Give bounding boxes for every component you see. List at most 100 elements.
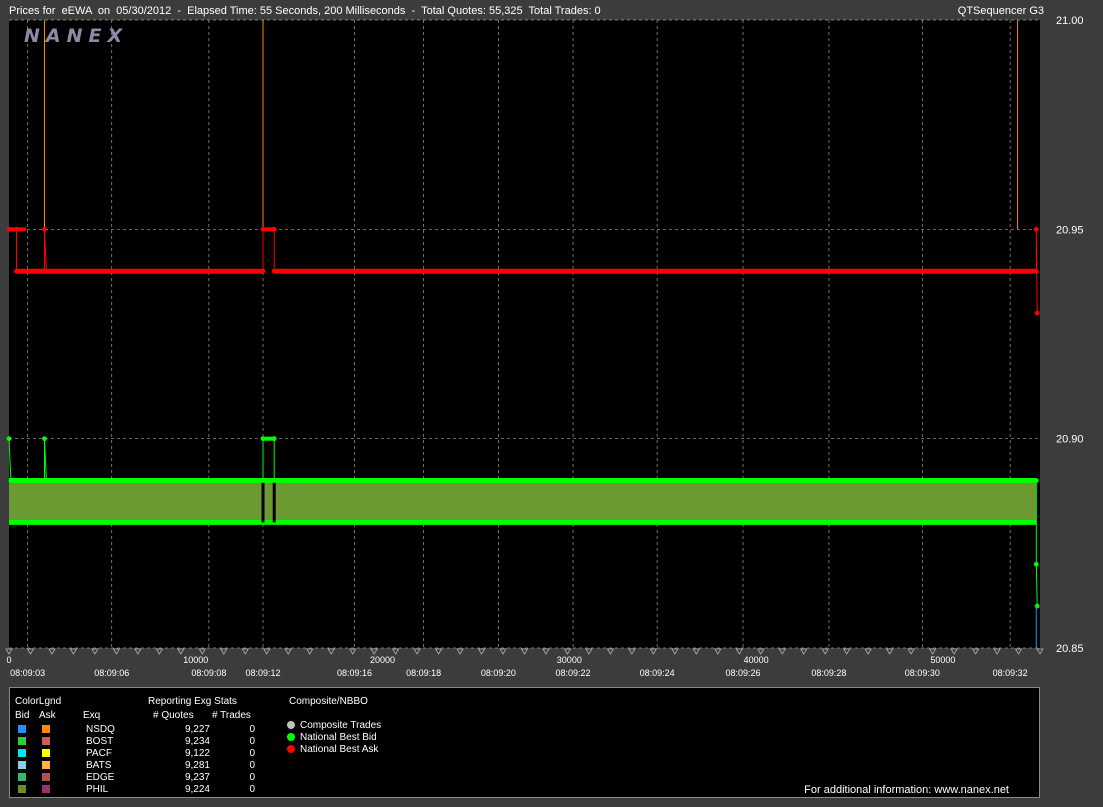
ask-point bbox=[43, 268, 49, 274]
ask-point bbox=[6, 226, 12, 232]
x-minor-tick bbox=[671, 648, 679, 655]
y-tick-label: 20.90 bbox=[1056, 434, 1084, 446]
x-minor-tick bbox=[542, 648, 550, 655]
bid-color-swatch bbox=[18, 773, 26, 781]
x-minor-tick bbox=[585, 648, 593, 655]
x-minor-tick bbox=[69, 648, 78, 655]
ask-color-swatch bbox=[42, 773, 50, 781]
stats-header: Reporting Exg Stats bbox=[148, 696, 237, 707]
x-minor-tick bbox=[606, 648, 615, 655]
bid-point bbox=[43, 478, 49, 483]
x-minor-tick bbox=[907, 648, 915, 655]
x-tick-label: 10000 bbox=[183, 655, 208, 665]
x-minor-tick bbox=[971, 648, 980, 655]
x-minor-tick bbox=[112, 648, 121, 655]
x-minor-tick bbox=[220, 648, 228, 655]
bid-color-swatch bbox=[18, 785, 26, 793]
x-minor-tick bbox=[649, 648, 658, 655]
nanex-watermark: NANEX bbox=[24, 25, 128, 47]
bid-point bbox=[6, 436, 12, 442]
bid-point bbox=[8, 478, 14, 483]
ask-color-swatch bbox=[42, 749, 50, 757]
price-chart: NANEX 21.00 20.95 20.90 20.85 08:09:03 08:09:… bbox=[5, 15, 1084, 678]
x-minor-tick bbox=[821, 648, 829, 655]
composite-header: Composite/NBBO bbox=[289, 696, 368, 707]
ask-point bbox=[14, 226, 19, 232]
composite-legend-dot bbox=[287, 721, 295, 729]
x-minor-tick bbox=[628, 648, 636, 655]
quote-count: 9,234 bbox=[184, 736, 210, 747]
bid-point bbox=[271, 436, 277, 442]
exchange-name: PHIL bbox=[86, 784, 109, 795]
x-tick-label: 40000 bbox=[744, 655, 769, 665]
x-time-label: 08:09:08 bbox=[191, 668, 226, 678]
trade-count: 0 bbox=[249, 784, 255, 795]
x-minor-tick bbox=[864, 648, 872, 655]
x-time-label: 08:09:28 bbox=[811, 668, 846, 678]
ask-point bbox=[1033, 268, 1039, 274]
y-tick-label: 20.85 bbox=[1056, 643, 1084, 655]
quote-count: 9,224 bbox=[184, 784, 210, 795]
x-minor-tick bbox=[327, 648, 335, 655]
x-minor-tick bbox=[370, 648, 378, 655]
x-time-label: 08:09:16 bbox=[337, 668, 372, 678]
quote-count: 9,281 bbox=[184, 760, 210, 771]
x-minor-tick bbox=[177, 648, 185, 655]
x-minor-tick bbox=[735, 648, 743, 655]
bid-color-swatch bbox=[18, 749, 26, 757]
x-minor-tick bbox=[757, 648, 765, 655]
x-tick-label: 50000 bbox=[930, 655, 955, 665]
exchange-name: BOST bbox=[86, 736, 114, 747]
bid-point bbox=[1033, 561, 1039, 567]
quote-count: 9,237 bbox=[184, 772, 210, 783]
x-minor-tick bbox=[1036, 648, 1044, 655]
ask-point bbox=[14, 268, 19, 274]
ask-point bbox=[42, 226, 47, 232]
y-tick-label: 21.00 bbox=[1056, 15, 1084, 27]
x-minor-tick bbox=[778, 648, 786, 655]
x-time-label: 08:09:30 bbox=[905, 668, 940, 678]
x-minor-tick bbox=[993, 648, 1001, 655]
ask-point bbox=[1033, 226, 1039, 232]
composite-legend-dot bbox=[287, 745, 295, 753]
spread-band-fill bbox=[9, 480, 1037, 523]
ask-color-swatch bbox=[42, 725, 50, 733]
bid-point bbox=[1034, 603, 1040, 609]
x-minor-tick bbox=[456, 648, 464, 655]
x-time-label: 08:09:18 bbox=[406, 668, 441, 678]
footer-link-text: For additional information: www.nanex.ne… bbox=[804, 784, 1009, 796]
ask-point bbox=[260, 268, 266, 274]
x-time-label: 08:09:20 bbox=[481, 668, 516, 678]
ask-point bbox=[260, 226, 266, 232]
x-minor-tick bbox=[198, 648, 207, 655]
x-minor-tick bbox=[714, 648, 722, 655]
bid-color-swatch bbox=[18, 761, 26, 769]
x-minor-tick bbox=[692, 648, 701, 655]
x-tick-label: 20000 bbox=[370, 655, 395, 665]
ask-color-swatch bbox=[42, 737, 50, 745]
bid-color-swatch bbox=[18, 737, 26, 745]
trades-header: # Trades bbox=[212, 710, 251, 721]
ask-point bbox=[271, 226, 277, 232]
trade-count: 0 bbox=[249, 772, 255, 783]
exchange-header: Exq bbox=[83, 710, 101, 721]
ask-header: Ask bbox=[39, 710, 56, 721]
x-minor-tick bbox=[26, 648, 35, 655]
composite-legend-dot bbox=[287, 733, 295, 741]
bid-header: Bid bbox=[15, 710, 30, 721]
x-minor-tick bbox=[5, 648, 13, 655]
spread-band bbox=[9, 478, 1037, 525]
exchange-name: PACF bbox=[86, 748, 112, 759]
x-tick-label: 0 bbox=[6, 655, 11, 665]
composite-legend-label: Composite Trades bbox=[300, 720, 382, 731]
legend-panel: ColorLgnd Bid Ask Exq Reporting Exg Stat… bbox=[9, 687, 1040, 798]
quote-count: 9,227 bbox=[184, 724, 210, 735]
x-minor-tick bbox=[928, 648, 937, 655]
ask-point bbox=[271, 268, 277, 274]
exchange-name: NSDQ bbox=[86, 724, 115, 735]
bid-point bbox=[260, 478, 266, 483]
x-time-label: 08:09:32 bbox=[993, 668, 1028, 678]
x-minor-tick bbox=[842, 648, 851, 655]
x-minor-tick bbox=[263, 648, 271, 655]
plot-area bbox=[9, 20, 1040, 648]
